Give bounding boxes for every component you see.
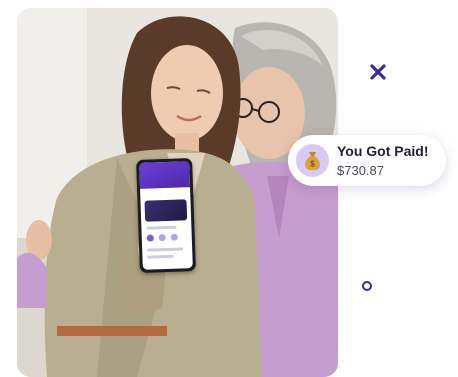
money-bag-icon: $ [296, 144, 329, 177]
phone-text-line [147, 254, 174, 259]
phone-text-line [146, 225, 177, 230]
phone-app-icon [158, 234, 166, 242]
phone-mockup [136, 158, 196, 273]
svg-text:$: $ [310, 160, 315, 169]
close-x-icon [370, 64, 386, 80]
notification-amount: $730.87 [337, 163, 384, 178]
phone-screen [139, 161, 193, 270]
phone-app-header [139, 161, 191, 189]
phone-text-line [147, 247, 184, 252]
hero-photo [17, 8, 338, 377]
phone-app-icon [146, 234, 154, 242]
phone-app-icon [170, 233, 178, 241]
ring-decoration-icon [362, 281, 372, 291]
phone-bank-card [144, 199, 188, 222]
payment-notification: $ You Got Paid! $730.87 [288, 135, 446, 186]
notification-title: You Got Paid! [337, 143, 429, 159]
